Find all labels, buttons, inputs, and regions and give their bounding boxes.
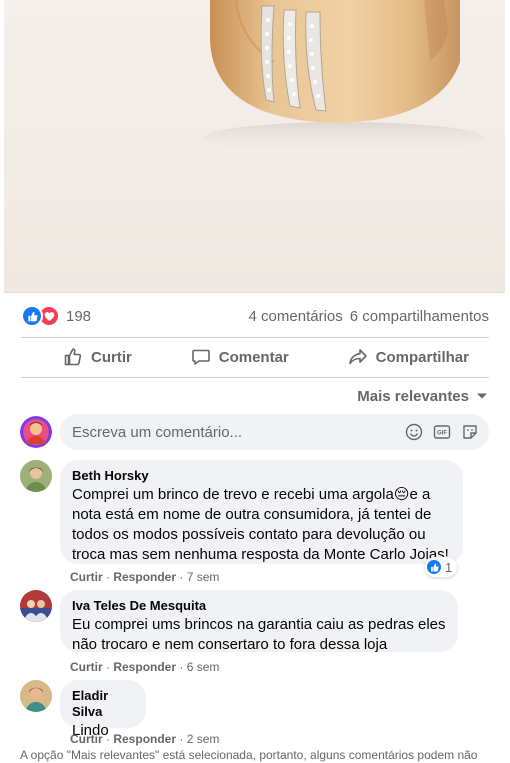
divider bbox=[21, 377, 489, 378]
comment-reply-link[interactable]: Responder bbox=[113, 732, 176, 746]
like-button-label: Curtir bbox=[91, 348, 132, 366]
thumbs-up-icon bbox=[64, 348, 82, 366]
gif-icon[interactable]: GIF bbox=[433, 423, 451, 441]
share-arrow-icon bbox=[348, 349, 367, 365]
relevance-notice: A opção "Mais relevantes" está seleciona… bbox=[20, 748, 478, 762]
comment-button[interactable]: Comentar bbox=[169, 347, 311, 367]
comment-meta: Curtir · Responder · 2 sem bbox=[70, 732, 220, 746]
post-actions: Curtir Comentar Compartilhar bbox=[21, 339, 489, 375]
ring-illustration bbox=[204, 0, 484, 154]
share-button[interactable]: Compartilhar bbox=[326, 347, 489, 367]
shares-count[interactable]: 6 compartilhamentos bbox=[350, 308, 489, 325]
comment-composer: GIF bbox=[20, 414, 489, 450]
caret-down-icon bbox=[477, 393, 487, 399]
reaction-count[interactable]: 198 bbox=[66, 308, 91, 325]
comment-time[interactable]: 7 sem bbox=[187, 570, 220, 584]
comment-like-link[interactable]: Curtir bbox=[70, 570, 103, 584]
comment-reply-link[interactable]: Responder bbox=[113, 660, 176, 674]
post-stats: 198 4 comentários 6 compartilhamentos bbox=[21, 302, 489, 330]
comment-bubble: Iva Teles De Mesquita Eu comprei ums bri… bbox=[60, 590, 458, 653]
comment-button-label: Comentar bbox=[218, 348, 289, 366]
sticker-icon[interactable] bbox=[461, 423, 479, 441]
comment-text: Eu comprei ums brincos na garantia caiu … bbox=[72, 616, 446, 653]
comment-time[interactable]: 6 sem bbox=[187, 660, 220, 674]
comment-author[interactable]: Beth Horsky bbox=[72, 468, 451, 484]
comment-reaction-badge[interactable]: 1 bbox=[425, 557, 458, 577]
comment-sort-dropdown[interactable]: Mais relevantes bbox=[357, 385, 488, 407]
comment-meta: Curtir · Responder · 6 sem bbox=[70, 660, 220, 674]
reaction-icons[interactable]: 198 bbox=[21, 305, 91, 327]
avatar[interactable] bbox=[20, 460, 52, 492]
comment-bubble-icon bbox=[191, 349, 210, 365]
comment-reply-link[interactable]: Responder bbox=[113, 570, 176, 584]
comment-text: Comprei um brinco de trevo e recebi uma … bbox=[72, 486, 449, 563]
comment-like-link[interactable]: Curtir bbox=[70, 660, 103, 674]
avatar[interactable] bbox=[20, 416, 52, 448]
like-icon bbox=[21, 305, 43, 327]
comment-like-link[interactable]: Curtir bbox=[70, 732, 103, 746]
divider bbox=[21, 337, 489, 338]
comment-input[interactable] bbox=[70, 422, 405, 442]
comment-author[interactable]: Iva Teles De Mesquita bbox=[72, 598, 446, 614]
comment-author[interactable]: Eladir Silva bbox=[72, 688, 134, 720]
like-icon bbox=[427, 560, 441, 574]
comments-count[interactable]: 4 comentários bbox=[249, 308, 343, 325]
image-bottom-border bbox=[4, 292, 505, 293]
post-image[interactable] bbox=[4, 0, 505, 293]
svg-text:GIF: GIF bbox=[437, 431, 447, 437]
comment-sort-label: Mais relevantes bbox=[357, 387, 469, 405]
comment-meta: Curtir · Responder · 7 sem bbox=[70, 570, 220, 584]
like-button[interactable]: Curtir bbox=[21, 347, 154, 367]
emoji-icon[interactable] bbox=[405, 423, 423, 441]
comment-time[interactable]: 2 sem bbox=[187, 732, 220, 746]
comment-bubble: Eladir Silva Lindo bbox=[60, 680, 146, 739]
share-button-label: Compartilhar bbox=[375, 348, 469, 366]
avatar[interactable] bbox=[20, 680, 52, 712]
avatar[interactable] bbox=[20, 590, 52, 622]
comment-input-box[interactable]: GIF bbox=[60, 414, 489, 450]
comment-reaction-count: 1 bbox=[445, 559, 453, 575]
comment-bubble: Beth Horsky Comprei um brinco de trevo e… bbox=[60, 460, 463, 564]
